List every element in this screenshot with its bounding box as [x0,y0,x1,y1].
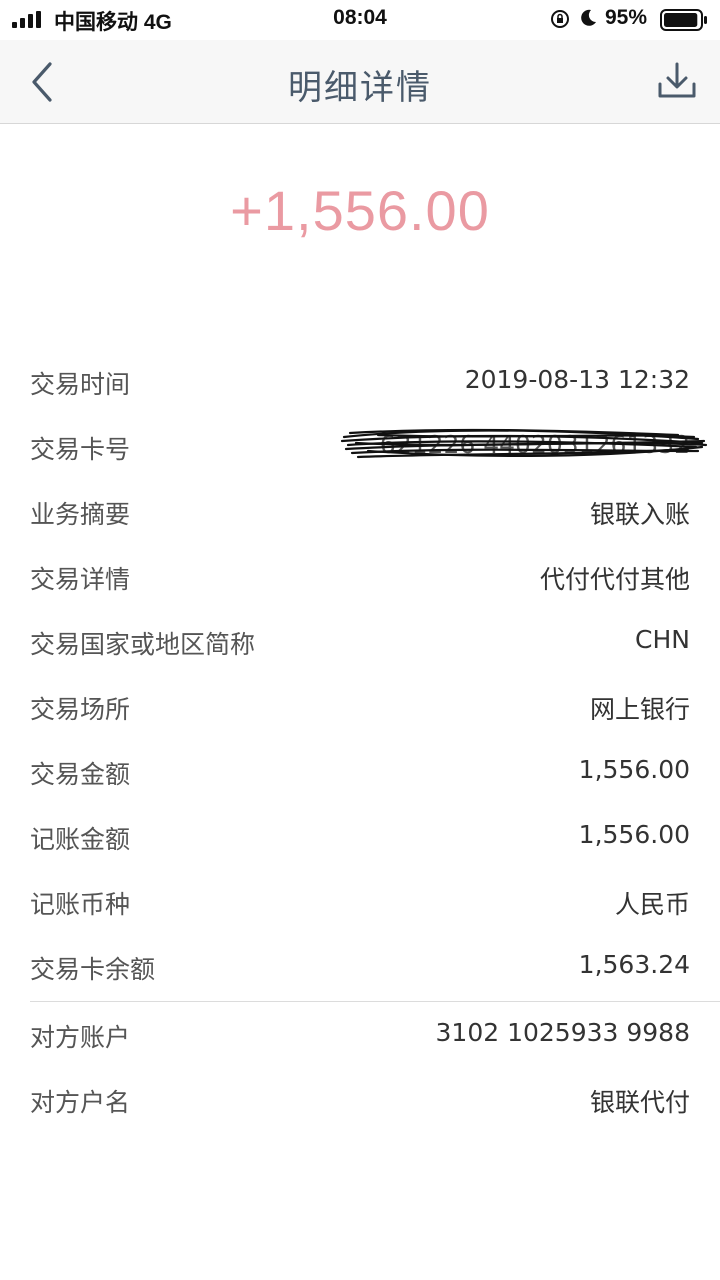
detail-value: 1,556.00 [578,755,690,784]
detail-value: 2019-08-13 12:32 [464,365,690,394]
moon-icon [581,9,596,26]
detail-row-summary: 业务摘要 银联入账 [30,480,690,545]
detail-value: 1,556.00 [578,820,690,849]
page-title: 明细详情 [288,68,432,108]
section-divider [30,1001,720,1002]
detail-row-posted-amount: 记账金额 1,556.00 [30,805,690,870]
detail-value: 代付代付其他 [539,565,690,594]
detail-label: 记账金额 [30,825,131,854]
detail-label: 交易国家或地区简称 [30,630,256,659]
detail-value: 银联入账 [589,500,690,529]
detail-label: 交易详情 [30,565,131,594]
detail-row-card-number: 交易卡号 621226 4402031261332 [30,415,708,480]
detail-label: 交易卡号 [30,435,131,464]
battery-icon [660,9,707,31]
detail-value: 人民币 [614,890,690,919]
detail-value: 网上银行 [589,695,690,724]
battery-percent: 95% [605,6,648,29]
detail-row-venue: 交易场所 网上银行 [30,675,690,740]
detail-value: CHN [635,625,690,654]
detail-value: 银联代付 [589,1088,690,1117]
detail-label: 记账币种 [30,890,131,919]
detail-label: 对方户名 [30,1088,131,1117]
rotation-lock-icon [551,10,569,28]
detail-row-amount: 交易金额 1,556.00 [30,740,690,805]
nav-bar: 明细详情 [0,40,720,124]
download-icon [658,62,696,98]
detail-label: 交易金额 [30,760,131,789]
detail-row-counterparty-name: 对方户名 银联代付 [30,1068,690,1133]
detail-list: 交易时间 2019-08-13 12:32 交易卡号 621226 440203… [30,350,708,1000]
detail-label: 交易场所 [30,695,131,724]
transaction-amount: +1,556.00 [230,179,490,242]
download-button[interactable] [656,60,698,102]
detail-label: 业务摘要 [30,500,131,529]
detail-label: 交易卡余额 [30,955,156,984]
detail-label: 对方账户 [30,1023,131,1052]
detail-value: 3102 1025933 9988 [435,1018,690,1047]
detail-row-details: 交易详情 代付代付其他 [30,545,690,610]
detail-row-country: 交易国家或地区简称 CHN [30,610,690,675]
detail-row-balance: 交易卡余额 1,563.24 [30,935,690,1000]
counterparty-list: 对方账户 3102 1025933 9988 对方户名 银联代付 [30,1003,690,1133]
redaction-scribble [340,428,708,459]
detail-row-counterparty-account: 对方账户 3102 1025933 9988 [30,1003,690,1068]
detail-value: 1,563.24 [578,950,690,979]
detail-label: 交易时间 [30,370,131,399]
status-bar: 中国移动 4G 08:04 95% [0,0,720,40]
detail-row-currency: 记账币种 人民币 [30,870,690,935]
detail-row-time: 交易时间 2019-08-13 12:32 [30,350,690,415]
